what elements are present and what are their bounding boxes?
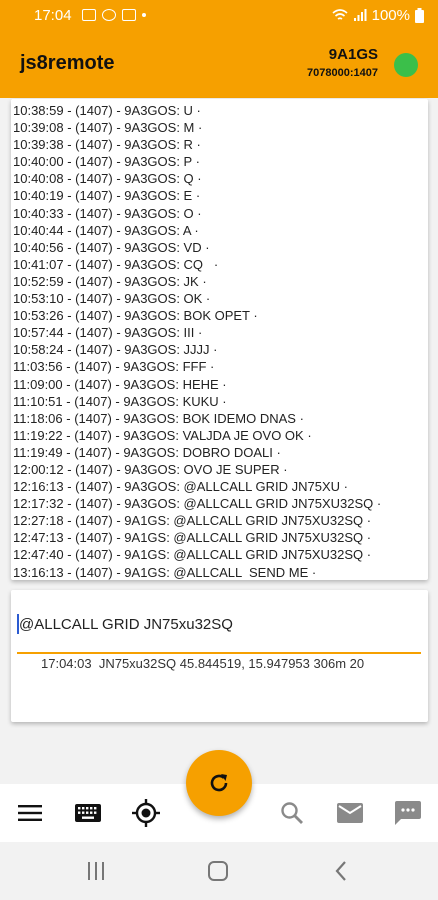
home-icon (208, 861, 228, 881)
keyboard-button[interactable] (71, 796, 105, 830)
log-line: 11:19:49 - (1407) - 9A3GOS: DOBRO DOALI … (13, 444, 281, 460)
recents-icon (88, 862, 104, 880)
chat-icon (395, 801, 421, 825)
log-line: 10:40:08 - (1407) - 9A3GOS: Q · (13, 171, 202, 187)
log-line: 12:47:40 - (1407) - 9A1GS: @ALLCALL GRID… (13, 547, 372, 563)
back-icon (335, 861, 346, 881)
log-line: 12:17:32 - (1407) - 9A3GOS: @ALLCALL GRI… (13, 496, 382, 512)
log-line: 10:41:07 - (1407) - 9A3GOS: CQ · (13, 256, 219, 272)
signal-icon (353, 9, 367, 21)
gallery-icon (81, 9, 96, 21)
callsign: 9A1GS (328, 46, 378, 63)
search-button[interactable] (275, 796, 309, 830)
input-underline (17, 652, 421, 654)
app-bar: js8remote 9A1GS 7078000:1407 (0, 30, 438, 98)
log-line: 10:40:56 - (1407) - 9A3GOS: VD · (13, 239, 210, 255)
status-time: 17:04 (34, 6, 72, 24)
connection-status-indicator (394, 53, 418, 77)
wifi-icon (332, 9, 348, 20)
status-notification-icons (81, 9, 146, 21)
more-notifications-icon (141, 13, 146, 17)
mail-icon (337, 803, 363, 823)
log-line: 11:10:51 - (1407) - 9A3GOS: KUKU · (13, 393, 227, 409)
position-info: 17:04:03 JN75xu32SQ 45.844519, 15.947953… (41, 656, 365, 671)
mail-button[interactable] (333, 796, 367, 830)
log-line: 12:16:13 - (1407) - 9A3GOS: @ALLCALL GRI… (13, 479, 348, 495)
search-icon (281, 802, 303, 824)
log-line: 12:00:12 - (1407) - 9A3GOS: OVO JE SUPER… (13, 461, 288, 477)
menu-icon (18, 805, 42, 821)
log-line: 10:57:44 - (1407) - 9A3GOS: III · (13, 325, 203, 341)
log-line: 10:58:24 - (1407) - 9A3GOS: JJJJ · (13, 342, 218, 358)
back-button[interactable] (326, 856, 356, 886)
status-bar: 17:04 100% (0, 0, 438, 30)
refresh-fab[interactable] (186, 750, 252, 816)
log-line: 10:53:26 - (1407) - 9A3GOS: BOK OPET · (13, 308, 258, 324)
menu-button[interactable] (13, 796, 47, 830)
home-button[interactable] (203, 856, 233, 886)
log-line: 10:39:08 - (1407) - 9A3GOS: M · (13, 120, 203, 136)
log-line: 10:40:33 - (1407) - 9A3GOS: O · (13, 205, 202, 221)
twitch-icon (121, 9, 136, 21)
refresh-icon (210, 774, 228, 792)
chat-button[interactable] (391, 796, 425, 830)
battery-icon (415, 7, 424, 23)
message-input[interactable]: @ALLCALL GRID JN75xu32SQ (19, 616, 233, 633)
system-navigation-bar (0, 842, 438, 900)
app-title: js8remote (20, 52, 115, 74)
log-line: 11:09:00 - (1407) - 9A3GOS: HEHE · (13, 376, 227, 392)
log-line: 11:03:56 - (1407) - 9A3GOS: FFF · (13, 359, 215, 375)
keyboard-icon (75, 804, 101, 822)
log-line: 13:16:13 - (1407) - 9A1GS: @ALLCALL SEND… (13, 564, 317, 580)
log-line: 10:52:59 - (1407) - 9A3GOS: JK · (13, 273, 207, 289)
location-button[interactable] (129, 796, 163, 830)
gps-target-icon (132, 799, 160, 827)
log-line: 12:47:13 - (1407) - 9A1GS: @ALLCALL GRID… (13, 530, 372, 546)
log-line: 11:19:22 - (1407) - 9A3GOS: VALJDA JE OV… (13, 427, 312, 443)
frequency-offset: 7078000:1407 (307, 67, 378, 79)
sync-icon (101, 9, 116, 21)
log-line: 10:38:59 - (1407) - 9A3GOS: U · (13, 103, 201, 118)
battery-percent: 100% (371, 6, 410, 24)
log-line: 11:18:06 - (1407) - 9A3GOS: BOK IDEMO DN… (13, 410, 304, 426)
composer-card: @ALLCALL GRID JN75xu32SQ 17:04:03 JN75xu… (11, 590, 428, 722)
log-line: 12:27:18 - (1407) - 9A1GS: @ALLCALL GRID… (13, 513, 372, 529)
log-line: 10:40:19 - (1407) - 9A3GOS: E · (13, 188, 201, 204)
log-lines: 10:38:59 - (1407) - 9A3GOS: U · 10:39:08 … (11, 99, 428, 580)
log-line: 10:40:00 - (1407) - 9A3GOS: P · (13, 154, 200, 170)
log-line: 10:53:10 - (1407) - 9A3GOS: OK · (13, 291, 211, 307)
message-log[interactable]: 10:38:59 - (1407) - 9A3GOS: U · 10:39:08 … (11, 99, 428, 580)
recents-button[interactable] (81, 856, 111, 886)
log-line: 10:39:38 - (1407) - 9A3GOS: R · (13, 137, 201, 153)
log-line: 10:40:44 - (1407) - 9A3GOS: A · (13, 222, 199, 238)
